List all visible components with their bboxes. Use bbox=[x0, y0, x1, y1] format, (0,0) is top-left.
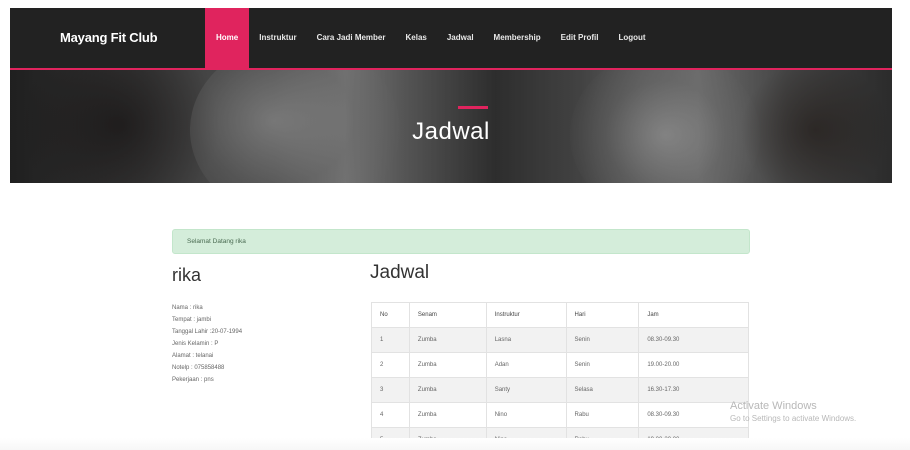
nav-logout[interactable]: Logout bbox=[608, 8, 655, 70]
cell-senam: Zumba bbox=[408, 352, 487, 378]
table-row: 4 Zumba Nino Rabu 08.30-09.30 bbox=[371, 402, 749, 428]
cell-instruktur: Nino bbox=[485, 402, 567, 428]
nav-jadwal[interactable]: Jadwal bbox=[437, 8, 484, 70]
profile-field-notelp: Notelp : 075858488 bbox=[172, 365, 225, 371]
column-header-hari: Hari bbox=[565, 302, 640, 328]
nav-membership[interactable]: Membership bbox=[484, 8, 551, 70]
column-header-senam: Senam bbox=[408, 302, 487, 328]
profile-field-jenis-kelamin: Jenis Kelamin : P bbox=[172, 341, 219, 347]
cell-senam: Zumba bbox=[408, 402, 487, 428]
cell-no: 4 bbox=[371, 402, 410, 428]
profile-field-nama: Nama : rika bbox=[172, 305, 203, 311]
profile-field-tanggal-lahir: Tanggal Lahir :20-07-1994 bbox=[172, 329, 243, 335]
hero-accent-bar bbox=[458, 106, 488, 109]
schedule-table: No Senam Instruktur Hari Jam 1 Zumba Las… bbox=[371, 302, 749, 450]
cell-hari: Rabu bbox=[565, 402, 640, 428]
cell-senam: Zumba bbox=[408, 377, 487, 403]
cell-jam: 19.00-20.00 bbox=[638, 352, 749, 378]
column-header-instruktur: Instruktur bbox=[485, 302, 567, 328]
main-nav: Home Instruktur Cara Jadi Member Kelas J… bbox=[205, 8, 656, 70]
cell-senam: Zumba bbox=[408, 327, 487, 353]
profile-field-pekerjaan: Pekerjaan : pns bbox=[172, 377, 214, 383]
nav-edit-profil[interactable]: Edit Profil bbox=[551, 8, 609, 70]
column-header-no: No bbox=[371, 302, 410, 328]
nav-kelas[interactable]: Kelas bbox=[396, 8, 437, 70]
top-navbar: Mayang Fit Club Home Instruktur Cara Jad… bbox=[10, 8, 892, 70]
cell-jam: 08.30-09.30 bbox=[638, 327, 749, 353]
brand-logo[interactable]: Mayang Fit Club bbox=[60, 30, 158, 45]
profile-details: Nama : rika Tempat : jambi Tanggal Lahir… bbox=[172, 302, 242, 386]
nav-instruktur[interactable]: Instruktur bbox=[249, 8, 306, 70]
table-header-row: No Senam Instruktur Hari Jam bbox=[371, 302, 749, 328]
table-row: 3 Zumba Santy Selasa 16.30-17.30 bbox=[371, 377, 749, 403]
cell-hari: Senin bbox=[565, 352, 640, 378]
cell-hari: Selasa bbox=[565, 377, 640, 403]
profile-name: rika bbox=[172, 265, 202, 285]
cell-no: 1 bbox=[371, 327, 410, 353]
hero-title: Jadwal bbox=[412, 118, 490, 145]
cell-instruktur: Adan bbox=[485, 352, 567, 378]
profile-field-tempat: Tempat : jambi bbox=[172, 317, 212, 323]
watermark-title: Activate Windows bbox=[730, 400, 817, 412]
activate-windows-watermark: Activate Windows Go to Settings to activ… bbox=[730, 400, 856, 423]
nav-home[interactable]: Home bbox=[205, 8, 250, 70]
welcome-alert-text: Selamat Datang rika bbox=[187, 238, 246, 245]
welcome-alert: Selamat Datang rika bbox=[172, 229, 750, 254]
cell-instruktur: Santy bbox=[485, 377, 567, 403]
watermark-subtitle: Go to Settings to activate Windows. bbox=[730, 414, 857, 423]
column-header-jam: Jam bbox=[638, 302, 749, 328]
schedule-title: Jadwal bbox=[370, 262, 430, 283]
table-row: 1 Zumba Lasna Senin 08.30-09.30 bbox=[371, 327, 749, 353]
nav-cara-jadi-member[interactable]: Cara Jadi Member bbox=[307, 8, 396, 70]
cell-instruktur: Lasna bbox=[485, 327, 567, 353]
page-bottom-fade bbox=[0, 438, 910, 450]
cell-no: 3 bbox=[371, 377, 410, 403]
cell-hari: Senin bbox=[565, 327, 640, 353]
cell-jam: 16.30-17.30 bbox=[638, 377, 749, 403]
table-row: 2 Zumba Adan Senin 19.00-20.00 bbox=[371, 352, 749, 378]
hero-banner: Jadwal bbox=[10, 70, 892, 183]
cell-no: 2 bbox=[371, 352, 410, 378]
profile-field-alamat: Alamat : telanai bbox=[172, 353, 214, 359]
